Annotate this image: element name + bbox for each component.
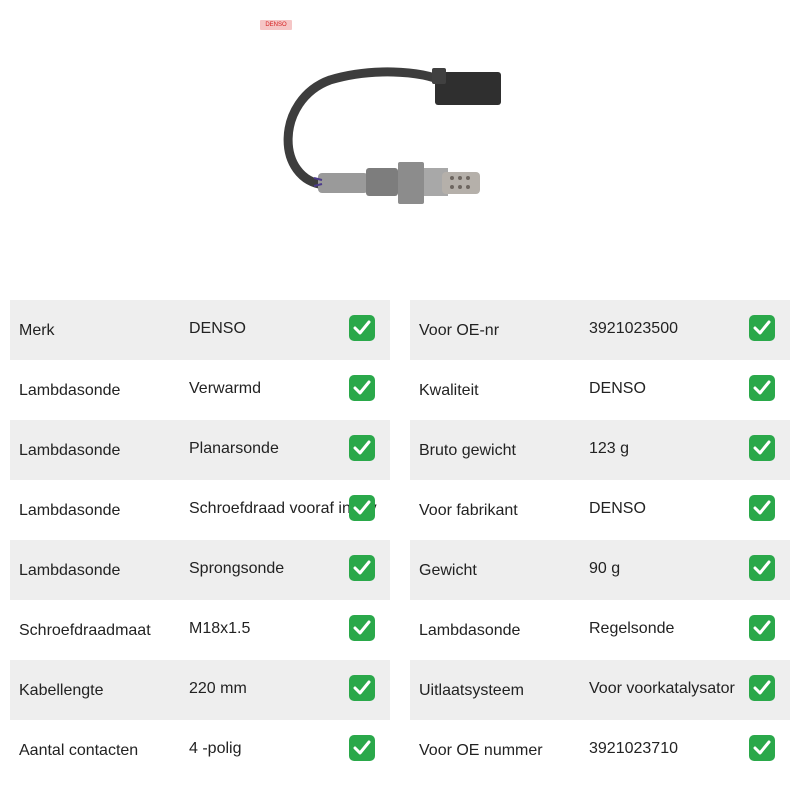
spec-label: Voor fabrikant (419, 502, 518, 519)
brand-logo: DENSO (260, 20, 292, 30)
spec-row: Merk DENSO (10, 300, 390, 360)
spec-value: Sprongsonde (189, 560, 285, 577)
spec-row: Bruto gewicht 123 g (410, 420, 790, 480)
checkmark-icon (749, 675, 775, 701)
spec-table-right: Voor OE-nr 3921023500 Kwaliteit DENSO Bruto … (410, 300, 790, 780)
checkmark-icon (749, 555, 775, 581)
spec-row: Lambdasonde Sprongsonde (10, 540, 390, 600)
spec-row: Voor OE nummer 3921023710 (410, 720, 790, 780)
spec-value: 4 -polig (189, 740, 242, 757)
spec-label: Voor OE nummer (419, 742, 543, 759)
checkmark-icon (349, 435, 375, 461)
spec-label: Voor OE-nr (419, 322, 500, 339)
spec-value: M18x1.5 (189, 620, 251, 637)
spec-value: 220 mm (189, 680, 247, 697)
spec-row: Uitlaatsysteem Voor voorkatalysator (410, 660, 790, 720)
spec-row: Gewicht 90 g (410, 540, 790, 600)
spec-label: Lambdasonde (19, 502, 121, 519)
spec-row: Aantal contacten 4 -polig (10, 720, 390, 780)
checkmark-icon (349, 735, 375, 761)
checkmark-icon (349, 315, 375, 341)
checkmark-icon (749, 615, 775, 641)
checkmark-icon (749, 495, 775, 521)
spec-label: Lambdasonde (19, 382, 121, 399)
spec-value: 90 g (589, 560, 621, 577)
spec-row: Voor OE-nr 3921023500 (410, 300, 790, 360)
spec-value: 3921023500 (589, 320, 678, 337)
product-image (283, 67, 501, 204)
spec-row: Lambdasonde Verwarmd (10, 360, 390, 420)
checkmark-icon (749, 435, 775, 461)
checkmark-icon (349, 375, 375, 401)
spec-value: DENSO (189, 320, 246, 337)
spec-value: DENSO (589, 380, 646, 397)
spec-label: Lambdasonde (419, 622, 521, 639)
checkmark-icon (349, 615, 375, 641)
checkmark-icon (749, 375, 775, 401)
spec-value: DENSO (589, 500, 646, 517)
spec-label: Gewicht (419, 562, 477, 579)
spec-row: Voor fabrikant DENSO (410, 480, 790, 540)
spec-label: Aantal contacten (19, 742, 139, 759)
spec-value: Voor voorkatalysator (589, 680, 735, 697)
spec-label: Kwaliteit (419, 382, 479, 399)
spec-label: Bruto gewicht (419, 442, 516, 459)
spec-row: Schroefdraadmaat M18x1.5 (10, 600, 390, 660)
spec-row: Lambdasonde Schroefdraad vooraf ingev (10, 480, 390, 540)
checkmark-icon (349, 495, 375, 521)
spec-row: Lambdasonde Planarsonde (10, 420, 390, 480)
spec-value: Planarsonde (189, 440, 279, 457)
checkmark-icon (349, 555, 375, 581)
spec-label: Schroefdraadmaat (19, 622, 151, 639)
spec-value: Verwarmd (189, 380, 262, 397)
spec-value: 123 g (589, 440, 630, 457)
spec-table-left: Merk DENSO Lambdasonde Verwarmd Lambdasonde P… (10, 300, 390, 780)
checkmark-icon (349, 675, 375, 701)
spec-row: Lambdasonde Regelsonde (410, 600, 790, 660)
spec-label: Lambdasonde (19, 562, 121, 579)
checkmark-icon (749, 315, 775, 341)
spec-label: Lambdasonde (19, 442, 121, 459)
spec-value: Regelsonde (589, 620, 675, 637)
spec-label: Merk (19, 322, 55, 339)
spec-row: Kwaliteit DENSO (410, 360, 790, 420)
spec-value: 3921023710 (589, 740, 678, 757)
spec-row: Kabellengte 220 mm (10, 660, 390, 720)
checkmark-icon (749, 735, 775, 761)
spec-label: Uitlaatsysteem (419, 682, 524, 699)
spec-label: Kabellengte (19, 682, 104, 699)
